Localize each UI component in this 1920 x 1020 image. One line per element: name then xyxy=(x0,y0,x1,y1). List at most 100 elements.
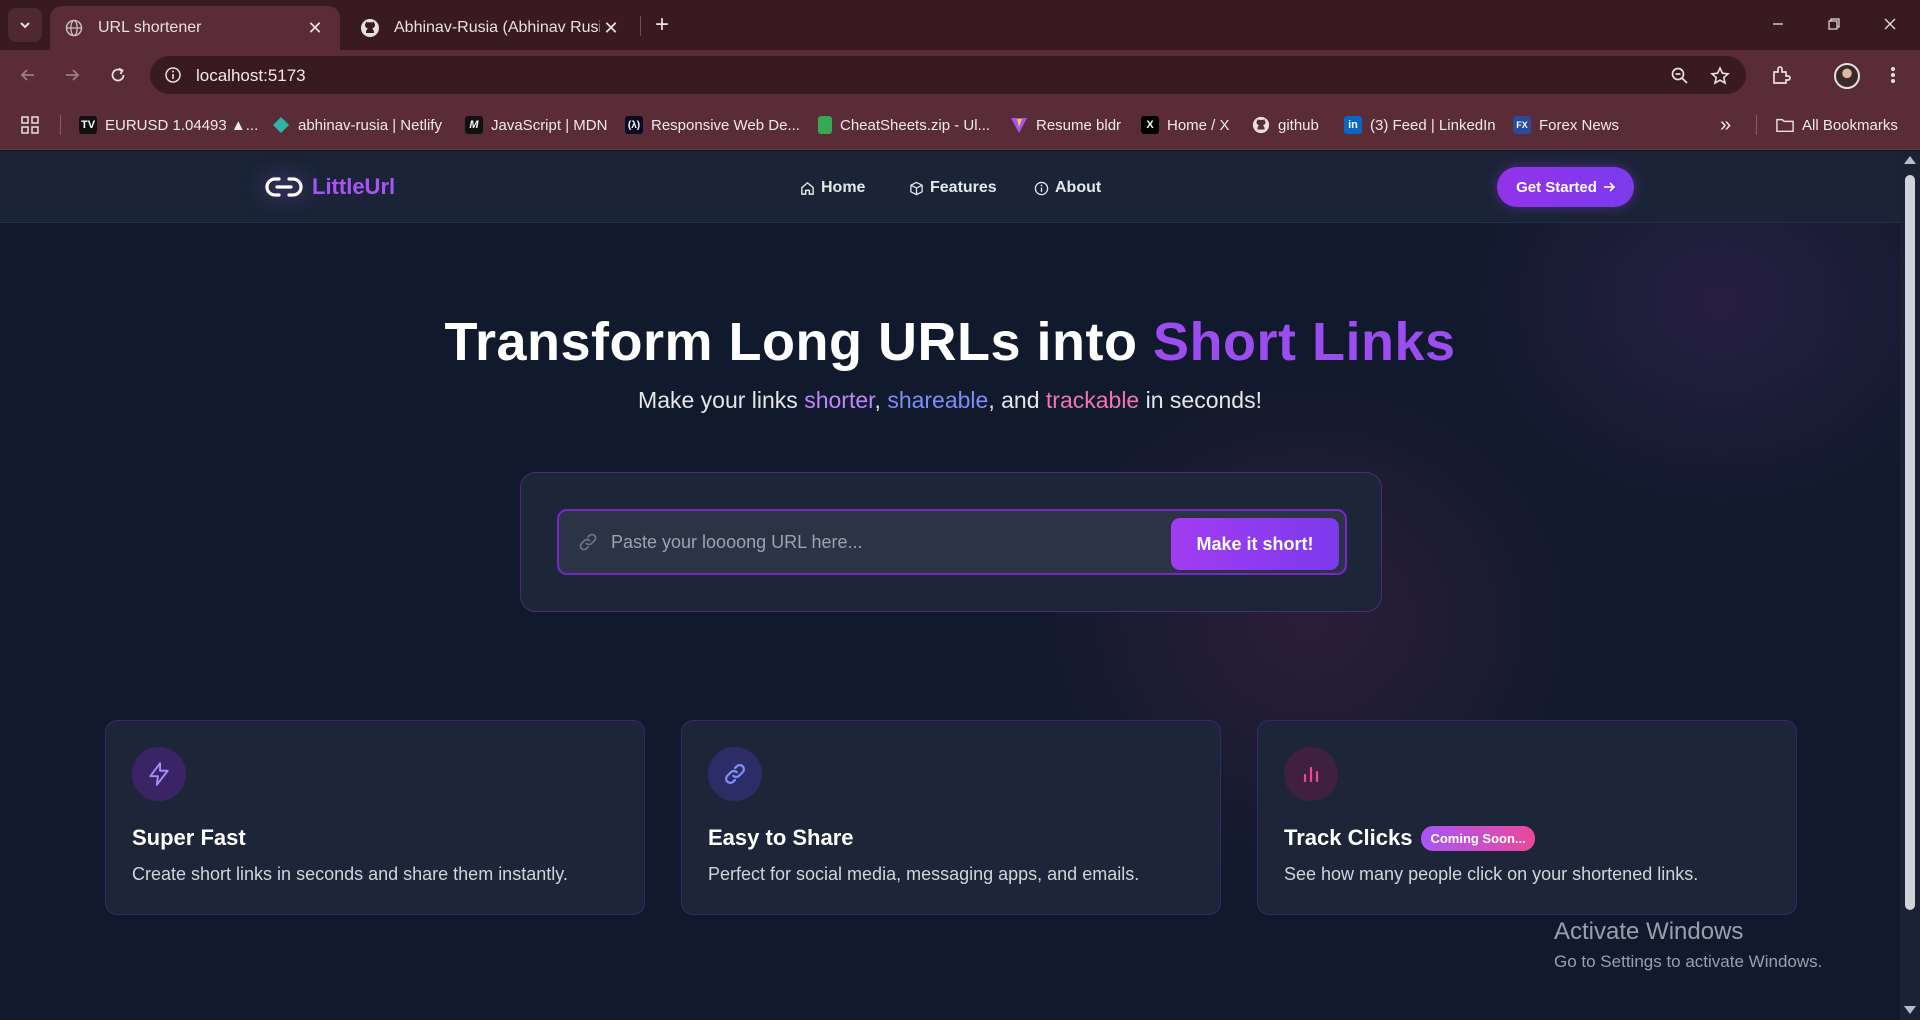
feature-description: See how many people click on your shorte… xyxy=(1284,864,1699,884)
bookmark-separator xyxy=(60,115,61,135)
more-bookmarks-icon[interactable]: » xyxy=(1720,113,1731,137)
restore-button[interactable] xyxy=(1812,8,1856,40)
globe-icon xyxy=(64,18,84,38)
feature-card-track-clicks: Track Clicks Coming Soon... See how many … xyxy=(1257,720,1797,915)
address-bar[interactable]: localhost:5173 xyxy=(150,56,1746,94)
feature-title: Track Clicks Coming Soon... xyxy=(1284,825,1535,851)
reload-icon xyxy=(111,67,125,82)
keyword-trackable: trackable xyxy=(1045,387,1140,413)
tab-strip: URL shortener ✕ Abhinav-Rusia (Abhinav R… xyxy=(0,0,1920,50)
new-tab-button[interactable]: + xyxy=(648,11,676,39)
scroll-down-icon[interactable] xyxy=(1904,1006,1916,1014)
arrow-right-icon xyxy=(66,69,80,81)
keyword-shareable: shareable xyxy=(887,387,989,413)
info-icon xyxy=(1034,181,1049,195)
feature-title: Easy to Share xyxy=(708,825,854,850)
minimize-button[interactable] xyxy=(1756,8,1800,40)
scrollbar-thumb[interactable] xyxy=(1905,175,1915,910)
more-menu-icon[interactable] xyxy=(1878,60,1908,90)
scroll-up-icon[interactable] xyxy=(1904,156,1916,164)
chevron-down-icon xyxy=(20,22,30,29)
zoom-icon[interactable] xyxy=(1668,64,1692,88)
tab-separator xyxy=(640,16,641,36)
apps-icon[interactable] xyxy=(20,113,40,137)
keyword-shorter: shorter xyxy=(804,387,875,413)
brand-name: LittleUrl xyxy=(312,174,396,199)
all-bookmarks-button[interactable]: All Bookmarks xyxy=(1776,113,1898,137)
watermark-subtitle: Go to Settings to activate Windows. xyxy=(1554,952,1823,971)
site-info-icon[interactable] xyxy=(160,62,186,88)
hero-title-accent: Short Links xyxy=(1152,312,1456,372)
bookmark-forex[interactable]: FX Forex News xyxy=(1513,113,1619,137)
cheatsheets-icon xyxy=(818,116,832,134)
tab-search-button[interactable] xyxy=(8,8,42,42)
make-it-short-button[interactable]: Make it short! xyxy=(1171,518,1339,570)
bookmark-freecodecamp[interactable]: (λ) Responsive Web De... xyxy=(625,113,800,137)
close-icon[interactable]: ✕ xyxy=(304,17,326,39)
activate-windows-watermark: Activate Windows Go to Settings to activ… xyxy=(1554,918,1822,972)
bookmark-mdn[interactable]: M JavaScript | MDN xyxy=(465,113,607,137)
netlify-icon xyxy=(272,116,290,134)
get-started-button[interactable]: Get Started xyxy=(1497,167,1634,207)
bookmark-x[interactable]: X Home / X xyxy=(1141,113,1230,137)
bookmark-github[interactable]: github xyxy=(1252,113,1319,137)
star-icon[interactable] xyxy=(1708,64,1732,88)
bar-chart-icon xyxy=(1284,747,1338,801)
home-icon xyxy=(801,181,814,195)
url-input-row: Make it short! xyxy=(557,509,1347,575)
tab-github[interactable]: Abhinav-Rusia (Abhinav Rusia) ✕ xyxy=(346,6,636,50)
bookmark-resume[interactable]: Resume bldr xyxy=(1010,113,1121,137)
coming-soon-badge: Coming Soon... xyxy=(1421,825,1535,851)
close-icon xyxy=(1884,18,1896,30)
tab-title: Abhinav-Rusia (Abhinav Rusia) xyxy=(394,19,600,36)
nav-home[interactable]: Home xyxy=(800,177,865,199)
github-icon xyxy=(360,18,380,38)
reload-button[interactable] xyxy=(102,59,134,91)
nav-about[interactable]: About xyxy=(1034,177,1101,199)
feature-description: Perfect for social media, messaging apps… xyxy=(708,864,1140,884)
link-icon xyxy=(577,531,599,558)
close-window-button[interactable] xyxy=(1868,8,1912,40)
back-button[interactable] xyxy=(12,59,44,91)
minimize-icon xyxy=(1773,23,1783,25)
link-logo-icon xyxy=(264,169,304,205)
tradingview-icon: TV xyxy=(79,116,97,134)
close-icon[interactable]: ✕ xyxy=(600,17,622,39)
watermark-title: Activate Windows xyxy=(1554,918,1744,945)
tab-url-shortener[interactable]: URL shortener ✕ xyxy=(50,6,340,50)
freecodecamp-icon: (λ) xyxy=(625,116,643,134)
tab-title: URL shortener xyxy=(98,19,202,36)
link-icon xyxy=(708,747,762,801)
shortener-card: Make it short! xyxy=(520,472,1382,612)
bookmark-linkedin[interactable]: in (3) Feed | LinkedIn xyxy=(1344,113,1496,137)
browser-toolbar: localhost:5173 xyxy=(0,50,1920,100)
bookmark-netlify[interactable]: abhinav-rusia | Netlify xyxy=(272,113,442,137)
box-icon xyxy=(910,181,923,195)
bookmark-eurusd[interactable]: TV EURUSD 1.04493 ▲... xyxy=(79,113,258,137)
forward-button[interactable] xyxy=(56,59,88,91)
nav-features[interactable]: Features xyxy=(909,177,997,199)
arrow-right-icon xyxy=(1603,182,1615,192)
extensions-icon[interactable] xyxy=(1766,60,1796,90)
hero-subtitle: Make your links shorter, shareable, and … xyxy=(638,387,1262,413)
x-icon: X xyxy=(1141,116,1159,134)
hero-title: Transform Long URLs into Short Links xyxy=(444,312,1456,372)
url-input[interactable] xyxy=(611,521,1151,563)
feature-card-super-fast: Super Fast Create short links in seconds… xyxy=(105,720,645,915)
folder-icon xyxy=(1776,116,1794,134)
site-navbar: LittleUrl Home Features About Get Starte… xyxy=(0,151,1900,223)
lightning-icon xyxy=(132,747,186,801)
linkedin-icon: in xyxy=(1344,116,1362,134)
feature-card-easy-to-share: Easy to Share Perfect for social media, … xyxy=(681,720,1221,915)
feature-title: Super Fast xyxy=(132,825,246,850)
mdn-icon: M xyxy=(465,116,483,134)
bookmark-cheatsheets[interactable]: CheatSheets.zip - Ul... xyxy=(818,113,990,137)
arrow-left-icon xyxy=(20,69,34,81)
forex-icon: FX xyxy=(1513,116,1531,134)
restore-icon xyxy=(1828,18,1840,30)
brand-logo[interactable]: LittleUrl xyxy=(264,169,395,205)
github-icon xyxy=(1252,116,1270,134)
profile-avatar[interactable] xyxy=(1834,63,1860,89)
bookmarks-bar: TV EURUSD 1.04493 ▲... abhinav-rusia | N… xyxy=(0,100,1920,150)
address-text: localhost:5173 xyxy=(196,66,306,85)
